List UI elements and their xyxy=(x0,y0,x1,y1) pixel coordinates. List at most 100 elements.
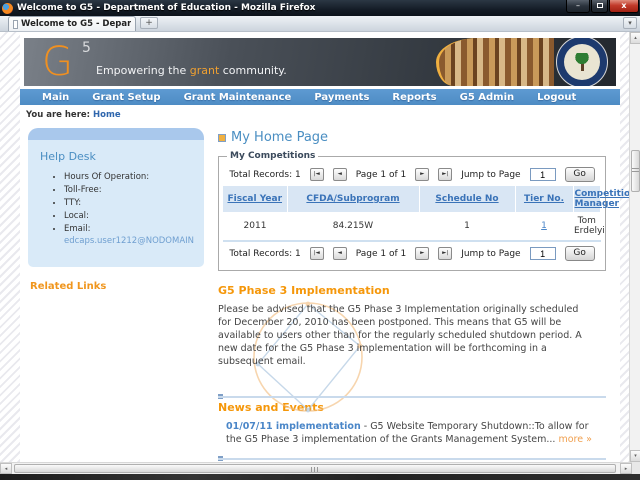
breadcrumb-home-link[interactable]: Home xyxy=(93,110,121,120)
nav-item-payments[interactable]: Payments xyxy=(314,92,369,103)
home-page-icon xyxy=(218,133,226,142)
go-button[interactable]: Go xyxy=(564,246,595,261)
col-tier-no[interactable]: Tier No. xyxy=(524,194,564,204)
go-button[interactable]: Go xyxy=(564,167,595,182)
scroll-down-arrow[interactable]: ▾ xyxy=(630,450,640,462)
sidebar: Help Desk Hours Of Operation: Toll-Free:… xyxy=(28,124,204,292)
news-item: 01/07/11 implementation - G5 Website Tem… xyxy=(226,420,610,446)
divider-line xyxy=(218,396,606,398)
col-cfda-subprogram[interactable]: CFDA/Subprogram xyxy=(306,194,399,204)
my-competitions-legend: My Competitions xyxy=(230,151,316,161)
cell-manager: Tom Erdelyi xyxy=(573,212,605,242)
nav-item-reports[interactable]: Reports xyxy=(392,92,436,103)
nav-item-grant-setup[interactable]: Grant Setup xyxy=(92,92,160,103)
scrollbar-corner xyxy=(632,462,640,474)
nav-item-logout[interactable]: Logout xyxy=(537,92,576,103)
related-links-title: Related Links xyxy=(30,281,107,292)
thumb-grip xyxy=(632,168,639,172)
scroll-right-arrow[interactable]: ▸ xyxy=(620,463,632,474)
phase3-body: Please be advised that the G5 Phase 3 Im… xyxy=(218,304,582,367)
phase3-section: G5 Phase 3 Implementation Please be advi… xyxy=(218,284,610,413)
prev-page-button[interactable]: ◄ xyxy=(332,168,347,181)
help-desk-panel: Help Desk Hours Of Operation: Toll-Free:… xyxy=(28,128,204,267)
col-schedule-no[interactable]: Schedule No xyxy=(435,194,498,204)
first-page-button[interactable]: |◄ xyxy=(309,247,324,260)
last-page-button[interactable]: ►| xyxy=(438,247,453,260)
tab-welcome-g5[interactable]: Welcome to G5 - Department of Edu... xyxy=(8,16,136,31)
page-title: My Home Page xyxy=(231,130,329,145)
my-competitions-fieldset: My Competitions Total Records: 1 |◄ ◄ Pa… xyxy=(218,151,629,271)
cell-cfda: 84.215W xyxy=(287,212,419,242)
bookshelf-photo xyxy=(436,38,554,86)
scroll-left-arrow[interactable]: ◂ xyxy=(0,463,12,474)
banner-tagline: Empowering the grant community. xyxy=(96,64,287,77)
horizontal-scrollbar[interactable]: ◂ ▸ xyxy=(0,462,632,474)
scroll-up-arrow[interactable]: ▴ xyxy=(630,32,640,44)
col-fiscal-year[interactable]: Fiscal Year xyxy=(227,194,282,204)
tagline-post: community. xyxy=(219,64,287,77)
main-content: My Home Page My Competitions Total Recor… xyxy=(204,124,629,462)
title-bar: Welcome to G5 - Department of Education … xyxy=(0,0,640,16)
last-page-button[interactable]: ►| xyxy=(438,168,453,181)
help-desk-email-link[interactable]: edcaps.user1212@NODOMAIN xyxy=(64,236,194,246)
nav-item-main[interactable]: Main xyxy=(42,92,69,103)
pagination-top: Total Records: 1 |◄ ◄ Page 1 of 1 ► ►| J… xyxy=(223,163,601,186)
total-records-label: Total Records: 1 xyxy=(229,248,301,259)
browser-window: Welcome to G5 - Department of Education … xyxy=(0,0,640,480)
pagination-bottom: Total Records: 1 |◄ ◄ Page 1 of 1 ► ►| J… xyxy=(223,242,601,265)
vertical-scroll-thumb[interactable] xyxy=(631,150,640,192)
page-indicator: Page 1 of 1 xyxy=(355,169,407,180)
g5-logo: G xyxy=(42,39,73,85)
vertical-scrollbar[interactable]: ▴ ▾ xyxy=(629,32,640,462)
help-desk-item-tollfree: Toll-Free: xyxy=(64,185,194,195)
window-bottom-edge xyxy=(0,474,640,480)
help-desk-item-email: Email: edcaps.user1212@NODOMAIN xyxy=(64,224,194,246)
help-desk-item-local: Local: xyxy=(64,211,194,221)
next-page-button[interactable]: ► xyxy=(415,168,430,181)
section-divider xyxy=(218,394,610,399)
jump-to-page-label: Jump to Page xyxy=(461,169,521,180)
thumb-grip xyxy=(311,467,319,472)
help-desk-panel-header xyxy=(28,128,204,140)
col-competition-manager[interactable]: Competition Manager xyxy=(575,189,630,209)
competitions-table: Fiscal Year CFDA/Subprogram Schedule No … xyxy=(223,186,629,242)
tagline-pre: Empowering the xyxy=(96,64,190,77)
first-page-button[interactable]: |◄ xyxy=(309,168,324,181)
jump-to-page-label: Jump to Page xyxy=(461,248,521,259)
help-desk-item-hours: Hours Of Operation: xyxy=(64,172,194,182)
tier-no-link[interactable]: 1 xyxy=(541,221,547,231)
help-desk-list: Hours Of Operation: Toll-Free: TTY: Loca… xyxy=(64,172,194,246)
ed-seal-tree-icon xyxy=(573,53,591,71)
table-row: 2011 84.215W 1 1 Tom Erdelyi xyxy=(223,212,605,242)
news-item-link[interactable]: 01/07/11 implementation xyxy=(226,421,361,432)
minimize-button[interactable]: – xyxy=(566,0,590,13)
g5-banner: G 5 Empowering the grant community. xyxy=(24,38,616,86)
page-indicator: Page 1 of 1 xyxy=(355,248,407,259)
new-tab-button[interactable]: + xyxy=(140,17,158,29)
phase3-title: G5 Phase 3 Implementation xyxy=(218,284,390,297)
next-page-button[interactable]: ► xyxy=(415,247,430,260)
help-desk-item-tty: TTY: xyxy=(64,198,194,208)
news-item-sep: - xyxy=(360,421,371,432)
prev-page-button[interactable]: ◄ xyxy=(332,247,347,260)
nav-item-g5-admin[interactable]: G5 Admin xyxy=(460,92,515,103)
jump-to-page-input[interactable] xyxy=(529,247,556,260)
news-more-link[interactable]: more » xyxy=(558,434,591,445)
breadcrumb-prefix: You are here: xyxy=(26,110,91,120)
horizontal-scroll-thumb[interactable] xyxy=(14,464,616,473)
help-desk-email-label: Email: xyxy=(64,224,91,234)
close-button[interactable]: x xyxy=(609,0,639,13)
help-desk-title: Help Desk xyxy=(40,150,96,163)
tab-list-dropdown[interactable]: ▾ xyxy=(623,17,637,29)
page-icon xyxy=(13,19,19,29)
firefox-icon xyxy=(2,2,13,14)
divider-line xyxy=(218,458,606,460)
window-title: Welcome to G5 - Department of Education … xyxy=(17,3,316,13)
cell-schedule-no: 1 xyxy=(419,212,515,242)
cell-fiscal-year: 2011 xyxy=(223,212,287,242)
jump-to-page-input[interactable] xyxy=(529,168,556,181)
nav-item-grant-maintenance[interactable]: Grant Maintenance xyxy=(184,92,292,103)
section-divider xyxy=(218,456,610,461)
maximize-button[interactable] xyxy=(591,0,608,13)
maximize-icon xyxy=(596,3,603,8)
